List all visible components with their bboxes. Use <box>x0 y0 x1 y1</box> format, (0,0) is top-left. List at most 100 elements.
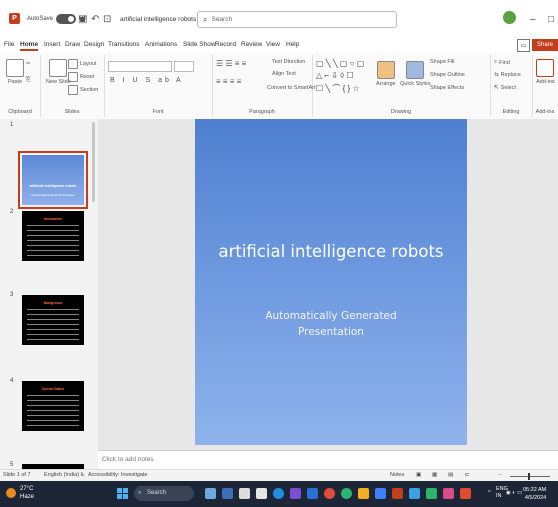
shape-fill-button[interactable]: Shape Fill <box>430 59 454 65</box>
align-icon[interactable]: ≡ ≡ ≡ ≡ <box>216 77 241 86</box>
reset-button[interactable]: Reset <box>68 72 94 82</box>
tab-slide-show[interactable]: Slide Show <box>183 41 216 48</box>
clock-date: 4/5/2024 <box>524 495 547 501</box>
tab-transitions[interactable]: Transitions <box>108 41 140 48</box>
thumb-text-line <box>27 395 79 396</box>
find-button[interactable]: ⌕ Find <box>494 59 510 66</box>
slide-subtitle[interactable]: Automatically Generated Presentation <box>195 308 467 340</box>
file-explorer-icon[interactable] <box>358 488 369 499</box>
slide-title[interactable]: artificial intelligence robots <box>195 242 467 261</box>
shapes-gallery-row2[interactable]: △ ⌐ ⇩ ◊ ☐ <box>316 71 354 80</box>
tab-home[interactable]: Home <box>20 41 39 51</box>
comment-icon[interactable]: ▭ <box>517 39 530 52</box>
undo-icon[interactable]: ↶ <box>91 13 99 25</box>
accessibility-status[interactable]: Accessibility: Investigate <box>88 472 148 478</box>
search-input[interactable]: ⌕ Search <box>197 11 397 28</box>
replace-button[interactable]: ⇆ Replace <box>494 72 521 78</box>
powerpoint-app-icon: P <box>9 13 20 24</box>
ribbon: Paste ✂ ⎘ Clipboard New Slide Layout Res… <box>0 53 558 120</box>
copy-icon[interactable]: ⎘ <box>26 77 30 84</box>
find-label: Find <box>499 59 510 66</box>
autosave-switch[interactable] <box>56 14 77 24</box>
photos-app-icon[interactable] <box>205 488 216 499</box>
tab-animations[interactable]: Animations <box>145 41 177 48</box>
chrome-browser-icon[interactable] <box>341 488 352 499</box>
align-text-button[interactable]: Align Text <box>272 71 296 77</box>
addins-button[interactable]: Add-ins <box>536 59 555 85</box>
reset-icon <box>68 72 78 82</box>
layout-button[interactable]: Layout <box>68 59 97 69</box>
quick-styles-button[interactable]: Quick Styles <box>400 61 431 87</box>
minimize-button[interactable]: – <box>530 13 536 25</box>
edge-browser-icon[interactable] <box>273 488 284 499</box>
language-indicator[interactable]: English (India) <box>44 472 79 478</box>
notes-pane[interactable]: Click to add notes <box>98 450 558 470</box>
tab-insert[interactable]: Insert <box>44 41 60 48</box>
network-volume-battery-icons[interactable]: ◉ ◐ ▭ <box>506 490 522 496</box>
shapes-gallery[interactable]: ▢ ╲ ╲ ▢ ○ ▢ <box>316 59 364 68</box>
slide-thumbnail-2[interactable]: Introduction <box>22 211 84 261</box>
share-button[interactable]: Share <box>532 39 558 51</box>
slideshow-icon[interactable]: ⊏ <box>465 472 470 478</box>
save-icon[interactable]: ▣ <box>78 13 87 25</box>
cut-icon[interactable]: ✂ <box>26 61 31 67</box>
notepad-app-icon[interactable] <box>239 488 250 499</box>
reading-view-icon[interactable]: ▤ <box>448 472 453 478</box>
text-direction-button[interactable]: Text Direction <box>272 59 305 65</box>
store-app-icon[interactable] <box>375 488 386 499</box>
zoom-slider[interactable] <box>510 473 550 480</box>
windows-start-icon[interactable] <box>117 488 128 499</box>
tray-overflow-icon[interactable]: ^ <box>488 490 491 496</box>
font-family-select[interactable] <box>108 61 172 72</box>
account-avatar[interactable] <box>503 11 516 24</box>
current-slide[interactable]: artificial intelligence robots Automatic… <box>195 119 467 445</box>
font-format-buttons[interactable]: B I U S ab <box>110 77 172 84</box>
telegram-app-icon[interactable] <box>409 488 420 499</box>
excel-app-icon[interactable] <box>426 488 437 499</box>
vs-app-icon[interactable] <box>290 488 301 499</box>
replace-icon: ⇆ <box>494 72 499 78</box>
paste-button[interactable]: Paste <box>6 59 24 85</box>
section-button[interactable]: Section <box>68 85 98 95</box>
accessibility-icon[interactable]: ♿ <box>80 472 85 478</box>
shape-effects-button[interactable]: Shape Effects <box>430 85 464 91</box>
media-app-icon[interactable] <box>324 488 335 499</box>
arrange-button[interactable]: Arrange <box>376 61 396 87</box>
tab-view[interactable]: View <box>266 41 280 48</box>
present-icon[interactable]: ⊡ <box>103 13 111 25</box>
font-size-select[interactable] <box>174 61 194 72</box>
tab-help[interactable]: Help <box>286 41 299 48</box>
slide-sorter-icon[interactable]: ▦ <box>432 472 437 478</box>
tab-design[interactable]: Design <box>84 41 104 48</box>
normal-view-icon[interactable]: ▣ <box>416 472 421 478</box>
taskbar-clock[interactable]: 05:22 AM 4/5/2024 <box>523 486 546 502</box>
thumbnails-scrollbar[interactable] <box>92 122 95 202</box>
taskbar-search[interactable]: ⌕ Search <box>134 486 194 501</box>
shape-outline-button[interactable]: Shape Outline <box>430 72 465 78</box>
file-app-icon[interactable] <box>256 488 267 499</box>
weather-icon <box>6 488 16 498</box>
quick-styles-icon <box>406 61 425 79</box>
notes-button[interactable]: Notes <box>390 472 404 478</box>
weather-widget[interactable]: 27°C Haze <box>20 485 34 501</box>
zoom-out-icon[interactable]: − <box>498 472 501 478</box>
word-app-icon[interactable] <box>307 488 318 499</box>
slide-thumbnail-3[interactable]: Background <box>22 295 84 345</box>
tab-review[interactable]: Review <box>241 41 262 48</box>
opera-browser-icon[interactable] <box>460 488 471 499</box>
messenger-app-icon[interactable] <box>443 488 454 499</box>
shapes-gallery-row3[interactable]: ☐ ╲ ⌒ { } ☆ <box>316 83 360 94</box>
smartart-button[interactable]: Convert to SmartArt <box>267 85 316 91</box>
tab-record[interactable]: Record <box>215 41 236 48</box>
font-color-icon[interactable]: A <box>176 77 181 84</box>
task-view-icon[interactable] <box>222 488 233 499</box>
weather-temp: 27°C <box>20 486 34 492</box>
powerpoint-taskbar-icon[interactable] <box>392 488 403 499</box>
slide-thumbnail-4[interactable]: Current Status <box>22 381 84 431</box>
select-button[interactable]: ⇱ Select <box>494 85 516 91</box>
tab-file[interactable]: File <box>4 41 14 48</box>
bullets-icon[interactable]: ☰ ☰ ≡ ≡ <box>216 59 246 68</box>
slide-thumbnail-1[interactable]: artificial intelligence robots Automatic… <box>18 151 88 209</box>
restore-button[interactable]: □ <box>548 13 554 25</box>
tab-draw[interactable]: Draw <box>65 41 80 48</box>
